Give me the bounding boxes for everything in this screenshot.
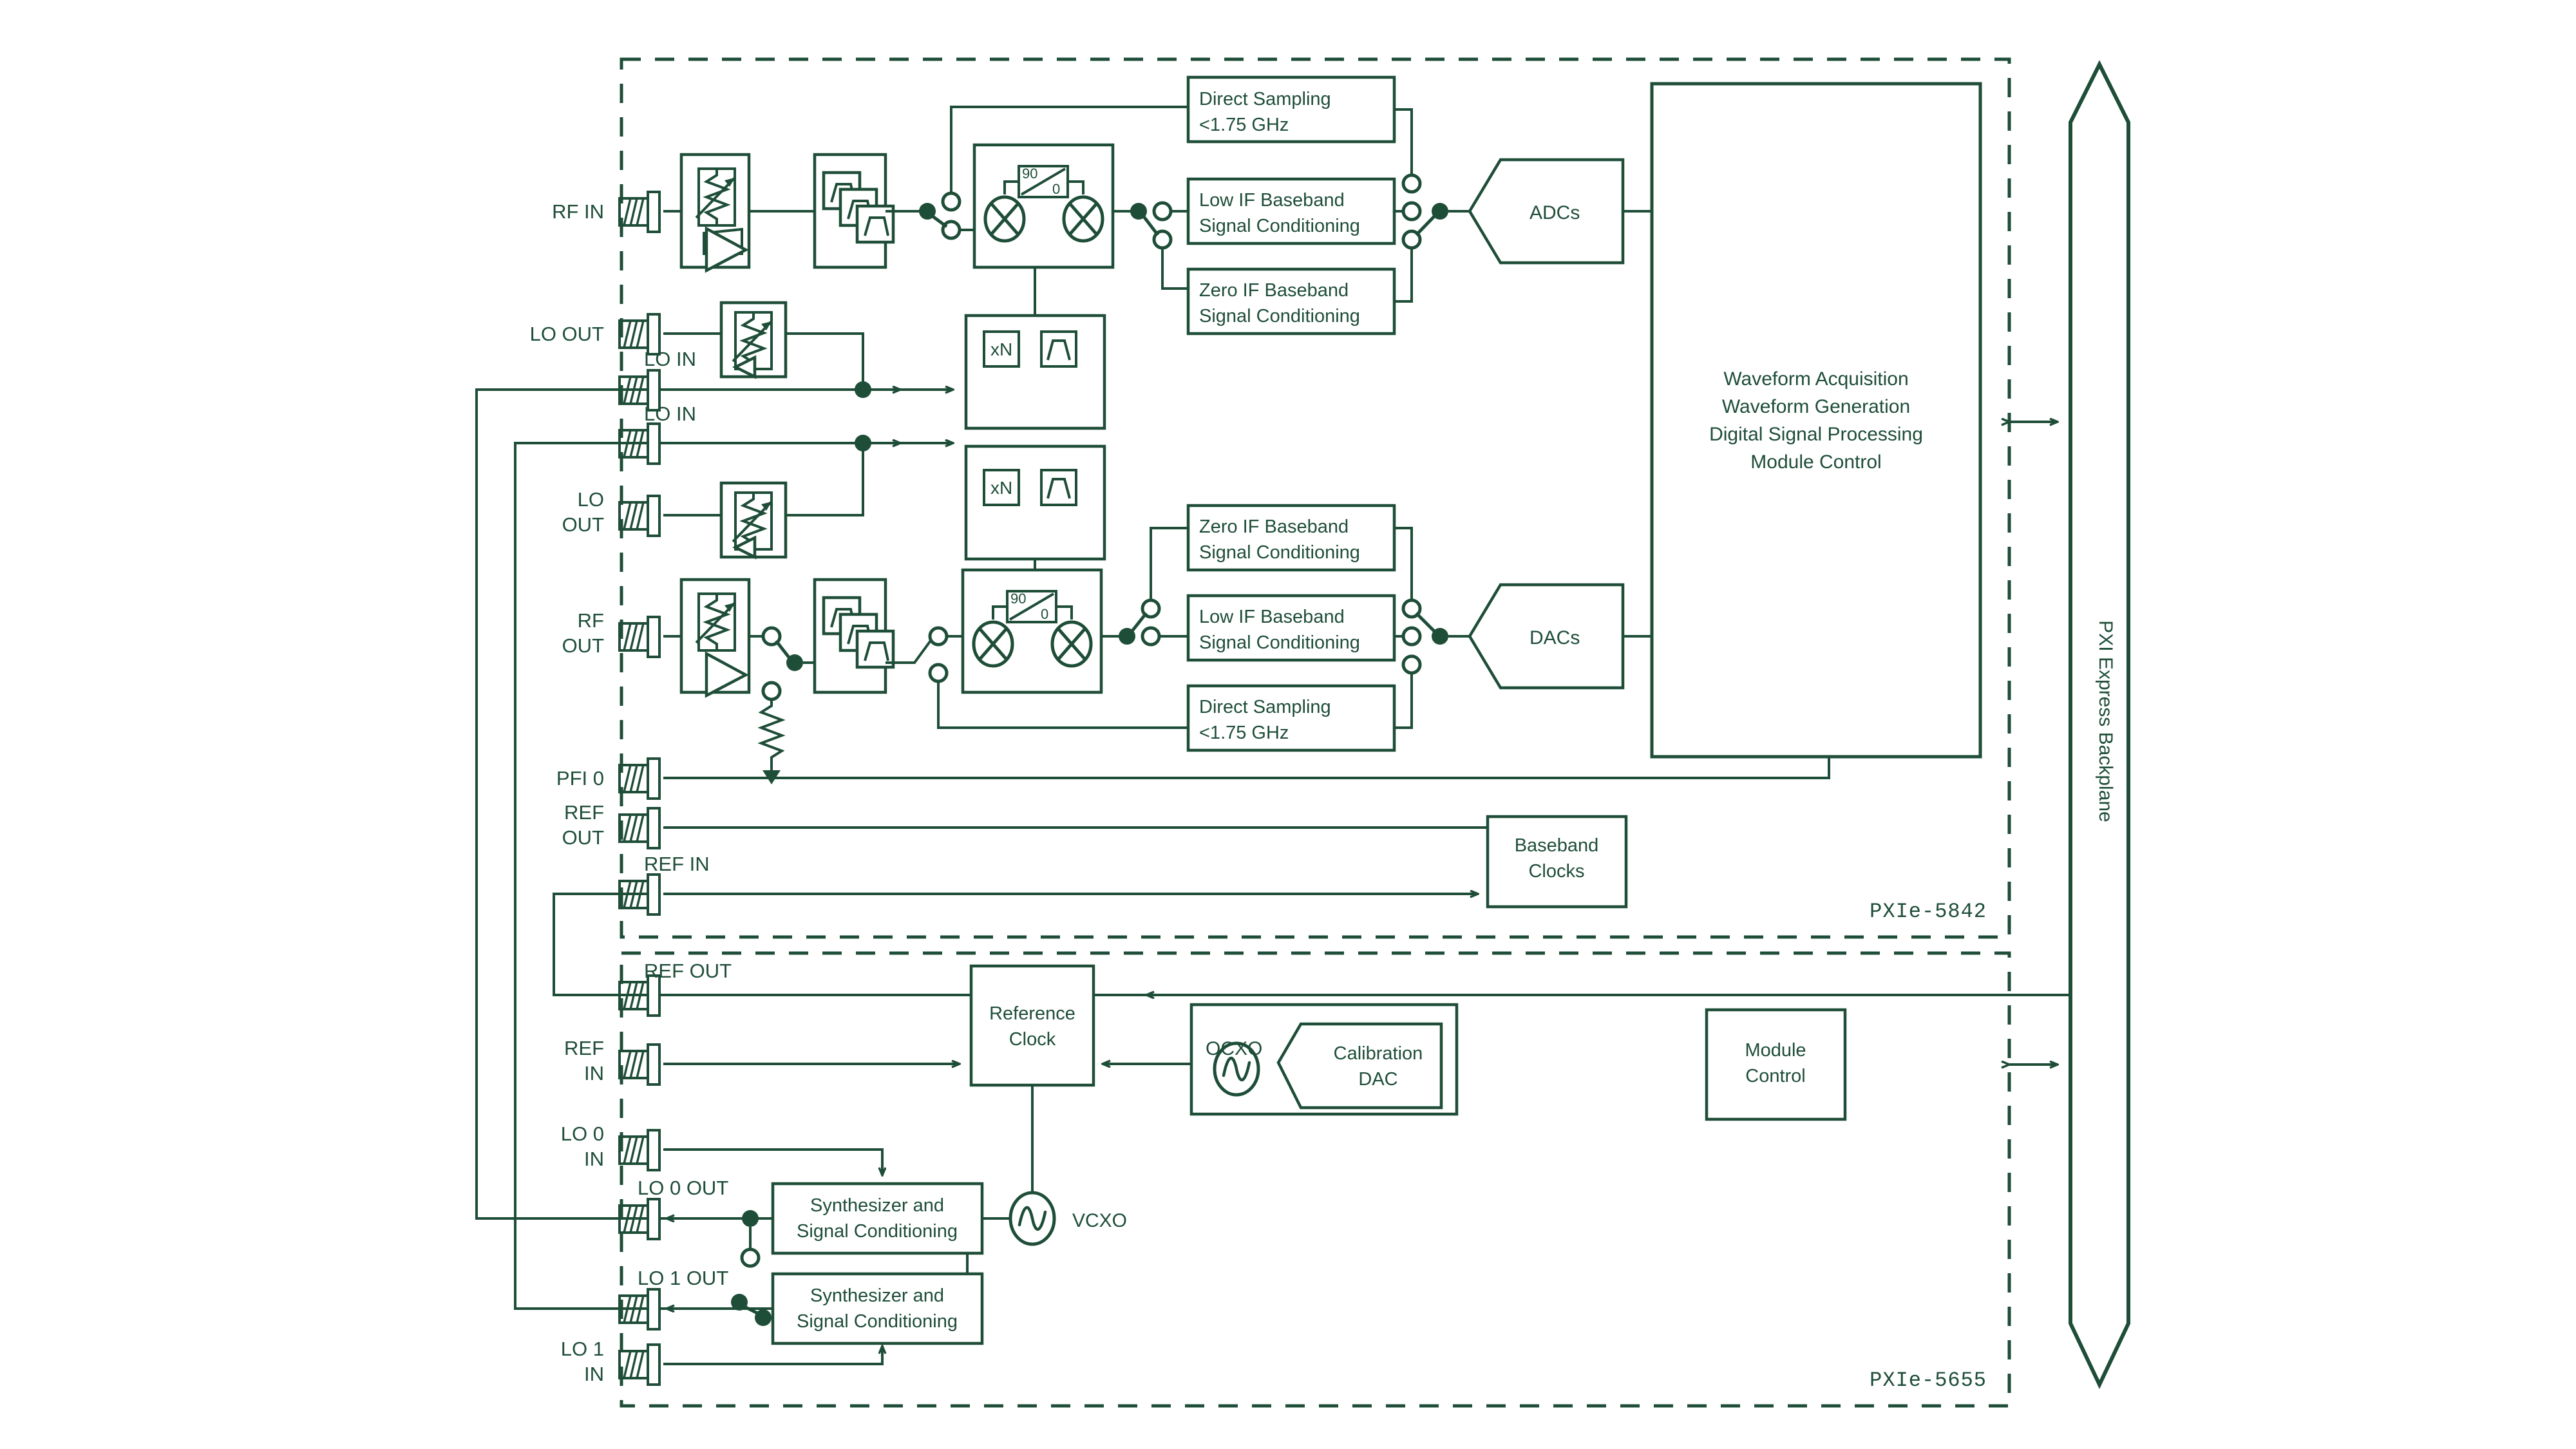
- low-if-tx-line1: Low IF Baseband: [1199, 607, 1345, 627]
- calibration-dac-line2: DAC: [1358, 1069, 1397, 1090]
- low-if-rx-line2: Signal Conditioning: [1199, 216, 1360, 236]
- port-label-ref-out-1-line2: OUT: [562, 826, 605, 849]
- multiplier-label-2: xN: [990, 478, 1012, 498]
- adcs-block: ADCs: [1468, 158, 1625, 265]
- rf-in-attenuator-block: [679, 153, 751, 273]
- connector-rf-out: [618, 616, 661, 658]
- synth-a-line2: Signal Conditioning: [797, 1221, 958, 1242]
- port-label-lo-1-in-line1: LO 1: [561, 1338, 604, 1360]
- port-label-lo-0-in-line2: IN: [584, 1148, 604, 1170]
- fpga-line3: Digital Signal Processing: [1709, 424, 1923, 445]
- port-label-rf-in: RF IN: [552, 200, 604, 223]
- synth-b-line2: Signal Conditioning: [797, 1311, 958, 1332]
- lo-path-1-multiplier-filter-block: xN: [964, 314, 1106, 430]
- zero-if-rx-line1: Zero IF Baseband: [1199, 280, 1349, 301]
- lo-path-2-multiplier-filter-block: xN: [964, 444, 1106, 561]
- low-if-baseband-rx-block: Low IF Baseband Signal Conditioning: [1186, 177, 1396, 245]
- vcxo-oscillator: VCXO: [1010, 1193, 1127, 1244]
- port-label-ref-out-2: REF OUT: [644, 960, 732, 982]
- rf-out-filter-bank-block: [813, 578, 893, 694]
- zero-if-tx-line1: Zero IF Baseband: [1199, 516, 1349, 537]
- lo-out-2-attenuator-block: [719, 481, 788, 560]
- port-label-lo-out-1: LO OUT: [530, 323, 604, 345]
- port-label-lo-out-2-line2: OUT: [562, 513, 605, 536]
- adcs-label: ADCs: [1530, 202, 1580, 223]
- block-diagram-canvas: 90 0 Direct Sampling <1.75 GHz Low IF Ba…: [0, 0, 2576, 1449]
- module-label-pxie-5842: PXIe-5842: [1870, 900, 1987, 923]
- connector-pfi-0: [618, 757, 661, 800]
- port-label-ref-in-2-line2: IN: [584, 1062, 604, 1084]
- synth-b-line1: Synthesizer and: [810, 1285, 944, 1306]
- lo-out-1-attenuator-block: [719, 301, 788, 379]
- ocxo-label: OCXO: [1206, 1038, 1262, 1059]
- fpga-line2: Waveform Generation: [1722, 396, 1910, 417]
- fpga-processing-block: Waveform Acquisition Waveform Generation…: [1650, 82, 1982, 759]
- module-control-block: Module Control: [1705, 1008, 1847, 1121]
- module-control-line2: Control: [1745, 1066, 1806, 1086]
- synthesizer-a-block: Synthesizer and Signal Conditioning: [771, 1182, 984, 1255]
- zero-if-tx-line2: Signal Conditioning: [1199, 542, 1360, 563]
- reference-clock-block: Reference Clock: [969, 964, 1095, 1087]
- reference-clock-line2: Clock: [1009, 1029, 1056, 1050]
- port-label-lo-0-in-line1: LO 0: [561, 1122, 604, 1145]
- direct-sampling-tx-block: Direct Sampling <1.75 GHz: [1186, 684, 1396, 752]
- synthesizer-b-block: Synthesizer and Signal Conditioning: [771, 1272, 984, 1345]
- zero-if-baseband-tx-block: Zero IF Baseband Signal Conditioning: [1186, 504, 1396, 572]
- ocxo-calibration-dac-block: OCXO Calibration DAC: [1189, 1003, 1459, 1116]
- quad-0-label: 0: [1052, 181, 1060, 197]
- multiplier-label-1: xN: [990, 339, 1012, 359]
- port-label-lo-out-2-line1: LO: [578, 488, 604, 511]
- baseband-clocks-line1: Baseband: [1515, 835, 1599, 856]
- connector-lo-out-2: [618, 495, 661, 537]
- baseband-clocks-line2: Clocks: [1528, 861, 1584, 882]
- port-label-lo-1-in-line2: IN: [584, 1363, 604, 1385]
- port-label-lo-in-2: LO IN: [644, 402, 696, 425]
- rx-quadrature-mixer-block: 90 0: [972, 143, 1115, 269]
- module-label-pxie-5655: PXIe-5655: [1870, 1368, 1987, 1392]
- connector-lo-1-in: [618, 1343, 661, 1386]
- reference-clock-line1: Reference: [989, 1003, 1075, 1024]
- port-label-pfi-0: PFI 0: [556, 767, 604, 790]
- zero-if-rx-line2: Signal Conditioning: [1199, 306, 1360, 327]
- rf-in-filter-bank-block: [813, 153, 893, 269]
- baseband-clocks-block: Baseband Clocks: [1486, 815, 1628, 909]
- port-label-rf-out-line2: OUT: [562, 634, 605, 657]
- backplane-label: PXI Express Backplane: [2095, 620, 2116, 822]
- tx-quadrature-mixer-block: 90 0: [961, 568, 1103, 694]
- dacs-block: DACs: [1468, 583, 1625, 690]
- quad-90-label: 90: [1022, 166, 1037, 182]
- vcxo-label: VCXO: [1072, 1210, 1127, 1231]
- direct-sampling-rx-line1: Direct Sampling: [1199, 89, 1331, 109]
- direct-sampling-rx-line2: <1.75 GHz: [1199, 115, 1289, 135]
- calibration-dac-line1: Calibration: [1334, 1043, 1423, 1064]
- direct-sampling-tx-line1: Direct Sampling: [1199, 697, 1331, 717]
- quad-0-label-tx: 0: [1041, 606, 1048, 622]
- connector-ref-out-1: [618, 807, 661, 849]
- fpga-line4: Module Control: [1750, 451, 1881, 473]
- connector-rf-in: [618, 191, 661, 233]
- fpga-line1: Waveform Acquisition: [1723, 368, 1908, 390]
- low-if-tx-line2: Signal Conditioning: [1199, 632, 1360, 653]
- connector-ref-in-2: [618, 1043, 661, 1086]
- zero-if-baseband-rx-block: Zero IF Baseband Signal Conditioning: [1186, 267, 1396, 336]
- low-if-rx-line1: Low IF Baseband: [1199, 190, 1345, 211]
- direct-sampling-rx-block: Direct Sampling <1.75 GHz: [1186, 75, 1396, 144]
- port-label-rf-out-line1: RF: [578, 609, 604, 632]
- connector-lo-0-in: [618, 1129, 661, 1171]
- rf-out-attenuator-block: [679, 578, 751, 698]
- diagram-svg: 90 0 Direct Sampling <1.75 GHz Low IF Ba…: [475, 57, 2130, 1408]
- module-control-line1: Module: [1745, 1040, 1806, 1061]
- dacs-label: DACs: [1530, 627, 1580, 649]
- low-if-baseband-tx-block: Low IF Baseband Signal Conditioning: [1186, 594, 1396, 662]
- port-label-lo-1-out: LO 1 OUT: [638, 1267, 728, 1289]
- direct-sampling-tx-line2: <1.75 GHz: [1199, 723, 1289, 743]
- port-label-ref-in-2-line1: REF: [564, 1037, 604, 1059]
- port-label-lo-0-out: LO 0 OUT: [638, 1177, 728, 1199]
- port-label-lo-in-1: LO IN: [644, 348, 696, 370]
- port-label-ref-out-1-line1: REF: [564, 801, 604, 824]
- quad-90-label-tx: 90: [1010, 591, 1026, 607]
- port-label-ref-in-1: REF IN: [644, 853, 710, 875]
- synth-a-line1: Synthesizer and: [810, 1195, 944, 1216]
